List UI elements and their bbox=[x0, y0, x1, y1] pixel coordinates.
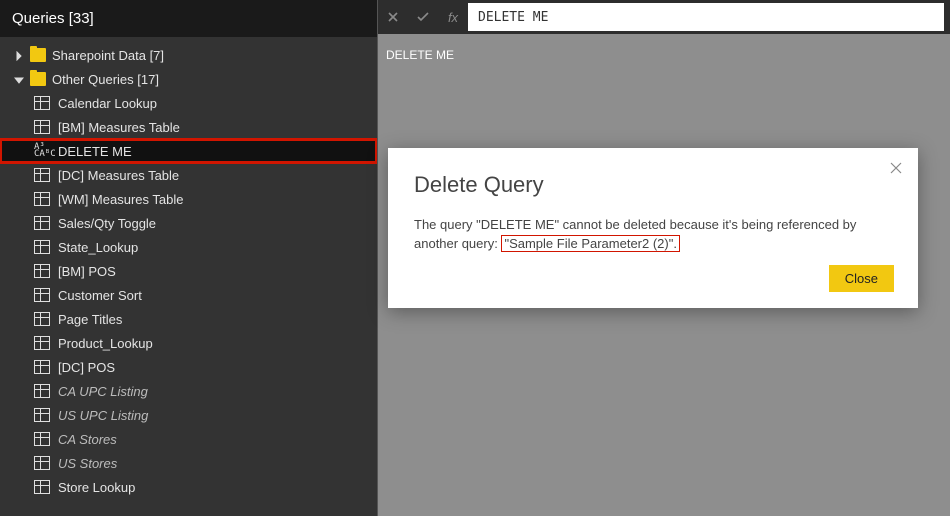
table-icon bbox=[34, 240, 50, 254]
query-item[interactable]: Customer Sort bbox=[0, 283, 377, 307]
main-area: fx DELETE ME DELETE ME Delete Query The … bbox=[378, 0, 950, 516]
query-item[interactable]: CA Stores bbox=[0, 427, 377, 451]
query-item-label: US UPC Listing bbox=[58, 408, 148, 423]
query-item[interactable]: State_Lookup bbox=[0, 235, 377, 259]
text-type-icon: AᴮC bbox=[34, 144, 52, 158]
query-item[interactable]: [DC] Measures Table bbox=[0, 163, 377, 187]
table-icon bbox=[34, 192, 50, 206]
query-item-label: [WM] Measures Table bbox=[58, 192, 183, 207]
table-icon bbox=[34, 120, 50, 134]
folder-sharepoint-data[interactable]: Sharepoint Data [7] bbox=[0, 43, 377, 67]
table-icon bbox=[34, 96, 50, 110]
query-item-label: Store Lookup bbox=[58, 480, 135, 495]
query-item[interactable]: [WM] Measures Table bbox=[0, 187, 377, 211]
table-icon bbox=[34, 336, 50, 350]
chevron-right-icon bbox=[14, 49, 26, 61]
dialog-actions: Close bbox=[829, 265, 894, 292]
query-item-label: Product_Lookup bbox=[58, 336, 153, 351]
table-icon bbox=[34, 432, 50, 446]
table-icon bbox=[34, 312, 50, 326]
confirm-icon[interactable] bbox=[408, 0, 438, 34]
formula-input[interactable]: DELETE ME bbox=[468, 3, 944, 31]
query-item[interactable]: Sales/Qty Toggle bbox=[0, 211, 377, 235]
queries-sidebar: Queries [33] Sharepoint Data [7] Other Q… bbox=[0, 0, 378, 516]
query-item-label: DELETE ME bbox=[58, 144, 132, 159]
query-item-label: [DC] Measures Table bbox=[58, 168, 179, 183]
dialog-referenced-query: "Sample File Parameter2 (2)". bbox=[501, 235, 680, 252]
query-item[interactable]: [BM] POS bbox=[0, 259, 377, 283]
close-button[interactable]: Close bbox=[829, 265, 894, 292]
query-item[interactable]: US UPC Listing bbox=[0, 403, 377, 427]
folder-label: Sharepoint Data [7] bbox=[52, 48, 164, 63]
query-item-label: State_Lookup bbox=[58, 240, 138, 255]
query-item[interactable]: [DC] POS bbox=[0, 355, 377, 379]
delete-query-dialog: Delete Query The query "DELETE ME" canno… bbox=[388, 148, 918, 308]
query-item[interactable]: Page Titles bbox=[0, 307, 377, 331]
folder-label: Other Queries [17] bbox=[52, 72, 159, 87]
query-item-label: CA Stores bbox=[58, 432, 117, 447]
folder-icon bbox=[30, 72, 46, 86]
query-item-label: Customer Sort bbox=[58, 288, 142, 303]
table-icon bbox=[34, 360, 50, 374]
table-icon bbox=[34, 168, 50, 182]
table-icon bbox=[34, 384, 50, 398]
dialog-body: The query "DELETE ME" cannot be deleted … bbox=[414, 216, 892, 254]
close-icon[interactable] bbox=[886, 158, 906, 178]
query-item-label: [DC] POS bbox=[58, 360, 115, 375]
cancel-icon[interactable] bbox=[378, 0, 408, 34]
query-item[interactable]: Product_Lookup bbox=[0, 331, 377, 355]
table-icon bbox=[34, 456, 50, 470]
table-icon bbox=[34, 408, 50, 422]
query-item[interactable]: US Stores bbox=[0, 451, 377, 475]
query-name-label: DELETE ME bbox=[386, 48, 454, 62]
query-item-label: Calendar Lookup bbox=[58, 96, 157, 111]
table-icon bbox=[34, 264, 50, 278]
query-item-label: [BM] POS bbox=[58, 264, 116, 279]
query-item[interactable]: [BM] Measures Table bbox=[0, 115, 377, 139]
query-item-label: US Stores bbox=[58, 456, 117, 471]
table-icon bbox=[34, 288, 50, 302]
table-icon bbox=[34, 216, 50, 230]
formula-bar: fx DELETE ME bbox=[378, 0, 950, 34]
folder-other-queries[interactable]: Other Queries [17] bbox=[0, 67, 377, 91]
table-icon bbox=[34, 480, 50, 494]
query-item-label: Page Titles bbox=[58, 312, 122, 327]
query-item[interactable]: AᴮC DELETE ME bbox=[0, 139, 377, 163]
query-item[interactable]: Calendar Lookup bbox=[0, 91, 377, 115]
queries-tree: Sharepoint Data [7] Other Queries [17] C… bbox=[0, 37, 377, 499]
query-item[interactable]: CA UPC Listing bbox=[0, 379, 377, 403]
query-item-label: [BM] Measures Table bbox=[58, 120, 180, 135]
query-item[interactable]: Store Lookup bbox=[0, 475, 377, 499]
dialog-title: Delete Query bbox=[414, 172, 892, 198]
query-item-label: CA UPC Listing bbox=[58, 384, 148, 399]
query-item-label: Sales/Qty Toggle bbox=[58, 216, 156, 231]
folder-icon bbox=[30, 48, 46, 62]
fx-icon[interactable]: fx bbox=[438, 0, 468, 34]
chevron-down-icon bbox=[14, 73, 26, 85]
queries-header: Queries [33] bbox=[0, 0, 377, 37]
